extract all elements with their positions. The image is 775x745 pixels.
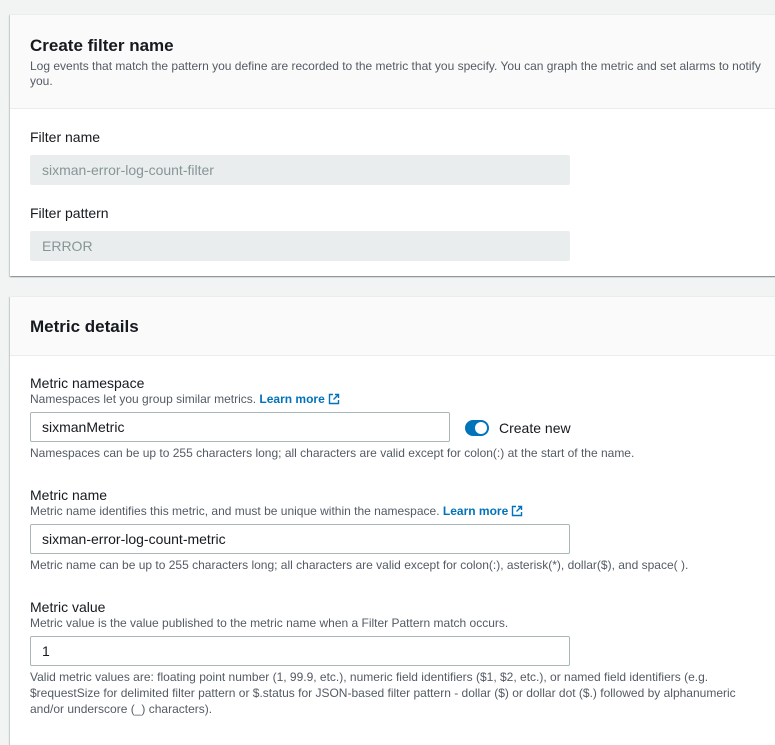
metric-namespace-field: Metric namespace Namespaces let you grou… (30, 374, 634, 461)
namespace-learn-more-link[interactable]: Learn more (259, 392, 339, 406)
metric-name-input[interactable]: sixman-error-log-count-metric (30, 524, 570, 554)
filter-name-field: Filter name sixman-error-log-count-filte… (30, 128, 570, 185)
toggle-knob (475, 422, 487, 434)
metric-namespace-constraint: Namespaces can be up to 255 characters l… (30, 446, 635, 460)
create-new-toggle[interactable] (465, 420, 489, 436)
create-new-toggle-group: Create new (465, 420, 571, 436)
filter-name-label: Filter name (30, 129, 101, 145)
metric-details-header: Metric details (10, 297, 775, 356)
namespace-learn-more-text: Learn more (259, 392, 325, 406)
metric-value-field: Metric value Metric value is the value p… (30, 598, 740, 717)
metric-name-help: Metric name identifies this metric, and … (30, 504, 688, 519)
metric-namespace-label: Metric namespace (30, 375, 145, 391)
metric-name-help-text: Metric name identifies this metric, and … (30, 504, 440, 518)
metric-name-learn-more-link[interactable]: Learn more (443, 504, 523, 518)
external-link-icon (512, 505, 523, 517)
create-filter-title: Create filter name (30, 36, 174, 55)
metric-name-constraint: Metric name can be up to 255 characters … (30, 558, 689, 572)
metric-value-input[interactable]: 1 (30, 636, 570, 666)
metric-name-field: Metric name Metric name identifies this … (30, 486, 688, 573)
metric-name-label: Metric name (30, 487, 108, 503)
metric-value-constraint: Valid metric values are: floating point … (30, 670, 736, 716)
metric-namespace-help: Namespaces let you group similar metrics… (30, 392, 634, 407)
metric-value-label: Metric value (30, 599, 106, 615)
create-new-label: Create new (499, 420, 571, 436)
page: Create filter name Log events that match… (0, 0, 775, 745)
filter-pattern-field: Filter pattern ERROR (30, 204, 570, 261)
metric-details-panel: Metric details Metric namespace Namespac… (10, 296, 775, 745)
create-filter-header: Create filter name Log events that match… (10, 15, 775, 109)
filter-pattern-input[interactable]: ERROR (30, 231, 570, 261)
metric-namespace-help-text: Namespaces let you group similar metrics… (30, 392, 257, 406)
filter-name-input[interactable]: sixman-error-log-count-filter (30, 155, 570, 185)
metric-name-learn-more-text: Learn more (442, 504, 509, 518)
filter-pattern-label: Filter pattern (30, 205, 109, 221)
create-filter-panel: Create filter name Log events that match… (10, 14, 775, 276)
metric-value-help: Metric value is the value published to t… (30, 616, 509, 630)
metric-namespace-input[interactable]: sixmanMetric (30, 412, 450, 442)
metric-details-title: Metric details (30, 317, 139, 336)
external-link-icon (328, 393, 339, 405)
create-filter-description: Log events that match the pattern you de… (30, 59, 761, 88)
